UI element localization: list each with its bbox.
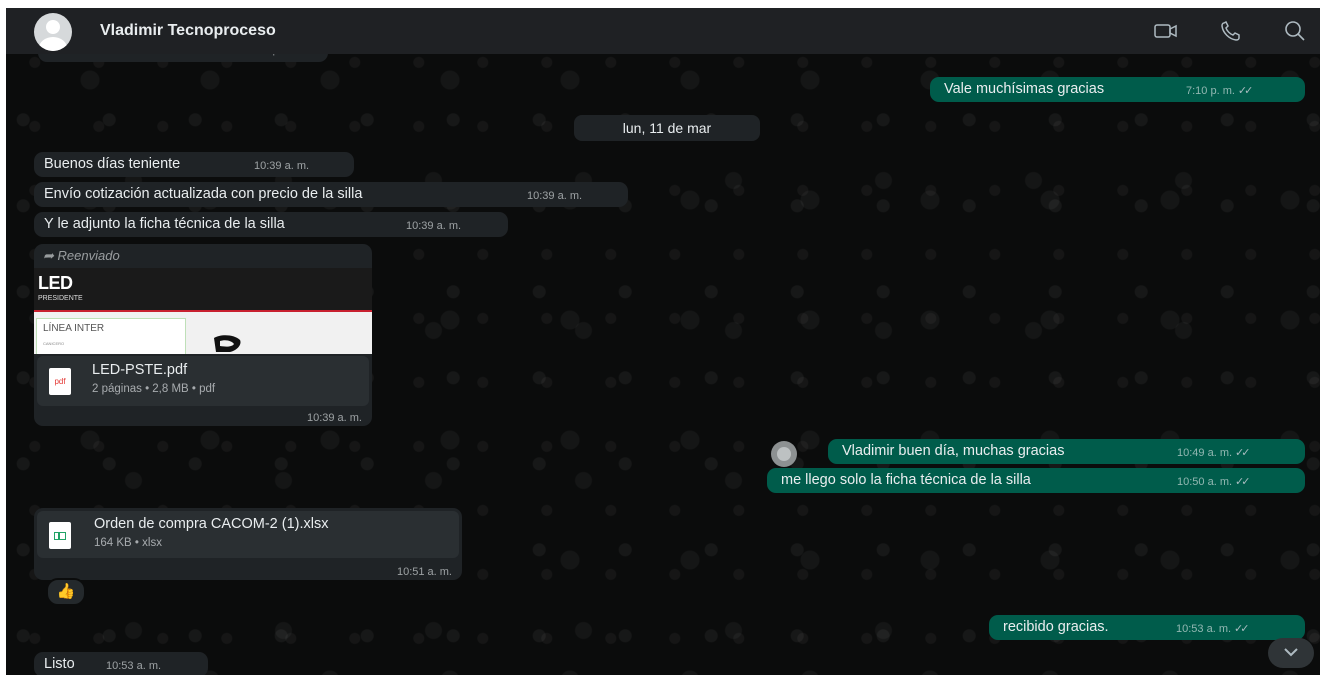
search-icon[interactable] [1282,19,1308,43]
document-filename: LED-PSTE.pdf [92,362,188,378]
forwarded-label: ➦ Reenviado [43,248,120,263]
date-divider: lun, 11 de mar [574,115,760,141]
voice-call-icon[interactable] [1218,19,1244,43]
message-time: 10:53 a. m. [1176,623,1232,635]
message-text: recibido gracias. [1003,619,1109,635]
message-text: Buenos días teniente [44,156,181,172]
preview-line: LÍNEA INTER [43,323,105,334]
chat-header: Vladimir Tecnoproceso [6,8,1320,54]
message-time: 10:39 a. m. [254,160,310,172]
read-receipt-icon: ✓✓ [1234,623,1250,635]
message-text: Envío cotización actualizada con precio … [44,186,363,202]
preview-title: LED [38,273,73,293]
message-time: 10:39 a. m. [306,412,362,424]
document-filename: Orden de compra CACOM-2 (1).xlsx [94,516,329,532]
message-text: Vale muchísimas gracias [944,81,1105,97]
preview-subtitle: PRESIDENTE [38,295,83,302]
message-time: 10:49 a. m. [1177,447,1233,459]
message-incoming[interactable]: Envío cotización actualizada con precio … [34,182,628,207]
message-outgoing[interactable]: Vladimir buen día, muchas gracias 10:49 … [828,439,1305,464]
document-message[interactable]: Orden de compra CACOM-2 (1).xlsx 164 KB … [34,508,462,580]
video-call-icon[interactable] [1153,19,1179,43]
message-incoming[interactable]: Y le adjunto la ficha técnica de la sill… [34,212,508,237]
preview-small-text: CANICERO [43,341,65,346]
chevron-down-icon [1284,648,1298,657]
document-preview[interactable]: LED PRESIDENTE LÍNEA INTER CANICERO [34,268,372,354]
message-outgoing[interactable]: me llego solo la ficha técnica de la sil… [767,468,1305,493]
xlsx-file-icon [49,522,71,549]
message-time: 10:39 a. m. [406,220,462,232]
sender-avatar [771,441,797,467]
read-receipt-icon: ✓✓ [1235,476,1251,488]
message-time: 10:51 a. m. [396,566,452,578]
message-time: 10:50 a. m. [1177,476,1233,488]
contact-name[interactable]: Vladimir Tecnoproceso [100,22,276,40]
contact-avatar[interactable] [34,13,72,51]
message-incoming[interactable]: Buenos días teniente 10:39 a. m. [34,152,354,177]
message-text: me llego solo la ficha técnica de la sil… [781,472,1031,488]
chat-window: Vladimir Tecnoproceso 5:04 p. m. Vale mu… [6,8,1320,675]
forward-icon: ➦ [43,248,58,263]
document-message[interactable]: ➦ Reenviado LED PRESIDENTE LÍNEA INTER C… [34,244,372,426]
message-outgoing[interactable]: Vale muchísimas gracias 7:10 p. m. ✓✓ [930,77,1305,102]
chair-image-icon [214,335,241,352]
message-text: Y le adjunto la ficha técnica de la sill… [44,216,285,232]
pdf-file-icon: pdf [49,368,71,395]
document-file-row[interactable]: Orden de compra CACOM-2 (1).xlsx 164 KB … [37,511,459,558]
message-time: 10:39 a. m. [527,190,583,202]
document-meta: 2 páginas • 2,8 MB • pdf [92,383,216,395]
thumbs-up-reaction-icon[interactable]: 👍 [46,578,86,606]
read-receipt-icon: ✓✓ [1235,447,1251,459]
document-file-row[interactable]: pdf LED-PSTE.pdf 2 páginas • 2,8 MB • pd… [37,356,369,406]
read-receipt-icon: ✓✓ [1237,85,1254,97]
scroll-down-button[interactable] [1268,638,1314,668]
message-text: Listo [44,656,75,672]
message-time: 7:10 p. m. [1186,85,1235,97]
document-meta: 164 KB • xlsx [94,537,162,549]
message-incoming[interactable]: Listo 10:53 a. m. [34,652,208,675]
message-text: Vladimir buen día, muchas gracias [842,443,1065,459]
message-time: 10:53 a. m. [106,660,162,672]
message-outgoing[interactable]: recibido gracias. 10:53 a. m. ✓✓ [989,615,1305,640]
